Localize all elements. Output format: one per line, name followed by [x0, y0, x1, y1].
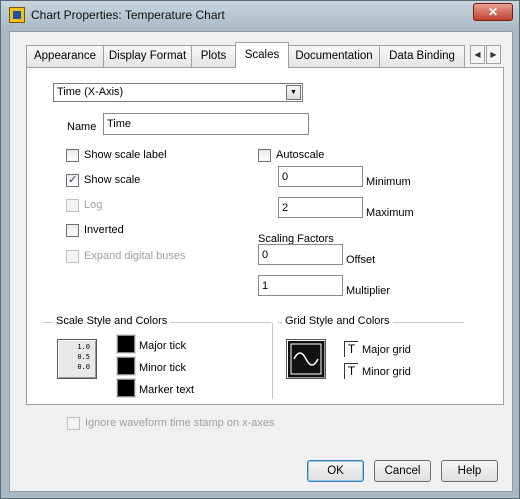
minor-tick-color-swatch[interactable]: [117, 357, 135, 375]
show-scale-label-checkbox[interactable]: [66, 149, 79, 162]
show-scale-checkbox[interactable]: [66, 173, 79, 187]
title-bar[interactable]: Chart Properties: Temperature Chart ✕: [1, 1, 519, 29]
minimum-label: Minimum: [366, 176, 411, 188]
window-title: Chart Properties: Temperature Chart: [31, 8, 225, 22]
name-input[interactable]: Time: [103, 113, 309, 135]
ignore-timestamp-checkbox: [67, 417, 80, 430]
marker-text-label: Marker text: [139, 384, 195, 396]
maximum-input[interactable]: 2: [278, 197, 363, 218]
offset-label: Offset: [346, 254, 376, 266]
inverted-label: Inverted: [84, 224, 124, 236]
section-vertical-separator: [272, 323, 273, 399]
multiplier-input[interactable]: 1: [258, 275, 343, 296]
autoscale-checkbox[interactable]: [258, 149, 271, 162]
log-checkbox: [66, 199, 79, 212]
major-grid-color-icon[interactable]: T: [344, 341, 358, 357]
scale-style-icon[interactable]: 1.0 0.5 0.0: [57, 339, 97, 379]
marker-text-color-swatch[interactable]: [117, 379, 135, 397]
minor-grid-label: Minor grid: [362, 366, 411, 378]
scale-style-title: Scale Style and Colors: [53, 315, 171, 327]
major-tick-label: Major tick: [139, 340, 187, 352]
show-scale-label: Show scale: [84, 174, 141, 186]
tab-documentation[interactable]: Documentation: [288, 45, 380, 67]
inverted-checkbox[interactable]: [66, 224, 79, 237]
ok-button[interactable]: OK: [307, 460, 364, 482]
cancel-button[interactable]: Cancel: [374, 460, 431, 482]
scale-icon-tick-1: 1.0: [77, 343, 90, 351]
scales-panel: Time (X-Axis) ▼ Name Time Show scale lab…: [26, 67, 504, 405]
grid-style-title: Grid Style and Colors: [282, 315, 393, 327]
maximum-label: Maximum: [366, 207, 414, 219]
minor-tick-label: Minor tick: [139, 362, 187, 374]
tab-display-format[interactable]: Display Format: [103, 45, 192, 67]
help-button[interactable]: Help: [441, 460, 498, 482]
grid-style-icon[interactable]: [286, 339, 326, 379]
sine-wave-icon: [290, 343, 322, 375]
ignore-timestamp-label: Ignore waveform time stamp on x-axes: [85, 417, 275, 429]
offset-input[interactable]: 0: [258, 244, 343, 265]
autoscale-label: Autoscale: [276, 149, 325, 161]
labview-app-icon: [9, 7, 25, 23]
tab-plots[interactable]: Plots: [191, 45, 236, 67]
expand-digital-buses-checkbox: [66, 250, 79, 263]
dialog-window: Chart Properties: Temperature Chart ✕ Ap…: [0, 0, 520, 499]
tab-scroll-right-icon[interactable]: ▶: [486, 45, 501, 64]
show-scale-label-label: Show scale label: [84, 149, 167, 161]
log-label: Log: [84, 199, 103, 211]
chevron-down-icon[interactable]: ▼: [286, 85, 301, 100]
expand-digital-buses-label: Expand digital buses: [84, 250, 186, 262]
minimum-input[interactable]: 0: [278, 166, 363, 187]
multiplier-label: Multiplier: [346, 285, 391, 297]
tab-appearance[interactable]: Appearance: [26, 45, 104, 67]
major-tick-color-swatch[interactable]: [117, 335, 135, 353]
close-button[interactable]: ✕: [473, 3, 513, 21]
scale-icon-tick-2: 0.5: [77, 353, 90, 361]
tab-scroll-left-icon[interactable]: ◀: [470, 45, 485, 64]
axis-select-value: Time (X-Axis): [57, 86, 124, 98]
name-label: Name: [67, 121, 97, 133]
minor-grid-color-icon[interactable]: T: [344, 363, 358, 379]
tab-data-binding[interactable]: Data Binding: [379, 45, 465, 67]
axis-select[interactable]: Time (X-Axis) ▼: [53, 83, 303, 102]
scale-icon-tick-3: 0.0: [77, 363, 90, 371]
major-grid-label: Major grid: [362, 344, 411, 356]
dialog-client: Appearance Display Format Plots Scales D…: [9, 31, 513, 492]
tab-scales[interactable]: Scales: [235, 42, 289, 68]
